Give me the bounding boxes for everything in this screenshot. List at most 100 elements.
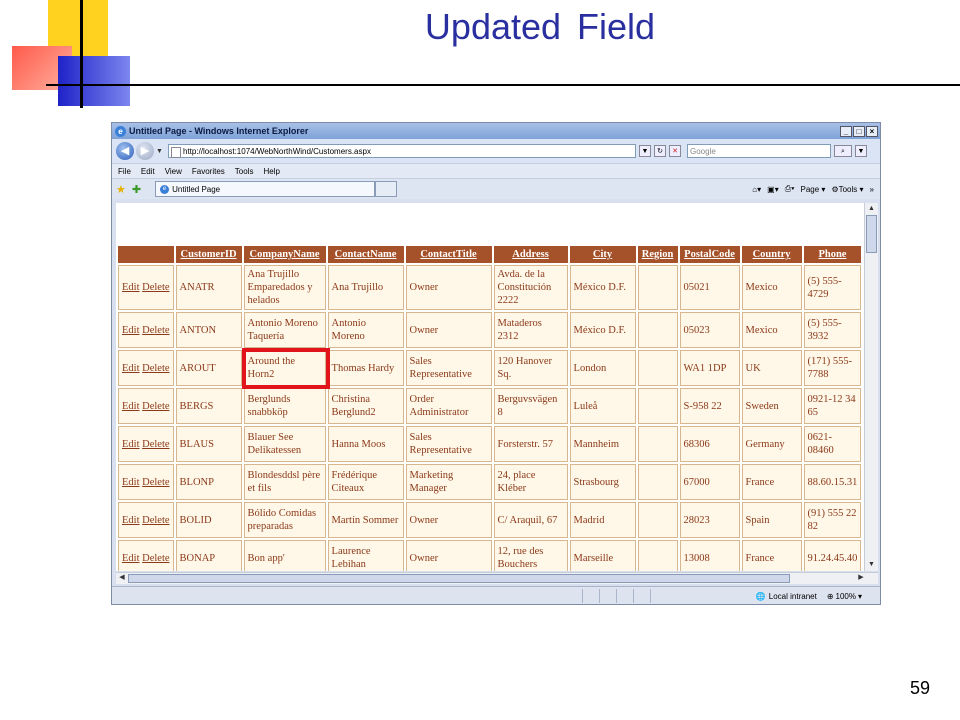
edit-link[interactable]: Edit <box>122 282 140 293</box>
new-tab-button[interactable] <box>375 181 398 197</box>
table-row: Edit Delete ANTON Antonio Moreno Taquería A… <box>118 312 862 348</box>
cell-country: Germany <box>741 426 802 462</box>
refresh-button[interactable]: ↻ <box>654 145 666 157</box>
browser-window: e Untitled Page - Windows Internet Explo… <box>111 122 881 605</box>
cell-company: Blauer See Delikatessen <box>243 426 326 462</box>
cell-id: BERGS <box>175 388 242 424</box>
cell-city: México D.F. <box>569 312 636 348</box>
title-bar: e Untitled Page - Windows Internet Explo… <box>112 123 880 139</box>
row-actions: Edit Delete <box>118 388 174 424</box>
header-contacttitle[interactable]: ContactTitle <box>405 246 492 263</box>
delete-link[interactable]: Delete <box>142 515 169 526</box>
search-options-dropdown[interactable]: ▼ <box>855 145 867 157</box>
tab-title: Untitled Page <box>172 184 221 194</box>
tools-menu[interactable]: ⚙Tools ▾ <box>831 185 863 194</box>
maximize-button[interactable]: □ <box>853 125 865 137</box>
forward-button[interactable]: ▶ <box>136 142 154 160</box>
edit-link[interactable]: Edit <box>122 363 140 374</box>
edit-link[interactable]: Edit <box>122 515 140 526</box>
scroll-right-icon[interactable]: ▶ <box>856 573 866 583</box>
menu-help[interactable]: Help <box>263 167 279 176</box>
search-button[interactable]: ⌕ <box>834 145 852 157</box>
menu-view[interactable]: View <box>165 167 182 176</box>
header-contactname[interactable]: ContactName <box>327 246 404 263</box>
header-companyname[interactable]: CompanyName <box>243 246 326 263</box>
minimize-button[interactable]: _ <box>840 125 852 137</box>
edit-link[interactable]: Edit <box>122 439 140 450</box>
vertical-scrollbar[interactable]: ▲ ▼ <box>864 203 878 571</box>
cell-phone: 91.24.45.40 <box>803 540 862 571</box>
zoom-dropdown-icon[interactable]: ▾ <box>858 592 862 601</box>
cell-title: Marketing Manager <box>405 464 492 500</box>
edit-link[interactable]: Edit <box>122 325 140 336</box>
cell-city: Mannheim <box>569 426 636 462</box>
edit-link[interactable]: Edit <box>122 477 140 488</box>
menu-edit[interactable]: Edit <box>141 167 155 176</box>
feeds-icon[interactable]: ▣▾ <box>767 185 779 194</box>
status-bar: 🌐 Local intranet ⊕ 100% ▾ <box>112 586 880 604</box>
menu-file[interactable]: File <box>118 167 131 176</box>
scroll-left-icon[interactable]: ◀ <box>117 573 127 583</box>
header-postalcode[interactable]: PostalCode <box>679 246 740 263</box>
home-icon[interactable]: ⌂▾ <box>752 185 761 194</box>
vertical-scroll-thumb[interactable] <box>866 215 877 253</box>
cell-region <box>637 388 678 424</box>
edit-link[interactable]: Edit <box>122 401 140 412</box>
edit-link[interactable]: Edit <box>122 553 140 564</box>
zoom-control[interactable]: ⊕ 100% ▾ <box>827 592 880 601</box>
address-input[interactable]: http://localhost:1074/WebNorthWind/Custo… <box>168 144 636 158</box>
add-favorites-icon[interactable]: ✚ <box>132 183 141 196</box>
delete-link[interactable]: Delete <box>142 401 169 412</box>
scroll-up-icon[interactable]: ▲ <box>866 204 877 214</box>
cell-id: ANATR <box>175 265 242 310</box>
header-phone[interactable]: Phone <box>803 246 862 263</box>
header-city[interactable]: City <box>569 246 636 263</box>
cell-city: Luleå <box>569 388 636 424</box>
cell-postal: 05023 <box>679 312 740 348</box>
cell-country: UK <box>741 350 802 386</box>
ie-logo-icon: e <box>115 125 126 137</box>
horizontal-scroll-thumb[interactable] <box>128 574 790 583</box>
cell-address: Avda. de la Constitución 2222 <box>493 265 568 310</box>
cell-city: Marseille <box>569 540 636 571</box>
delete-link[interactable]: Delete <box>142 477 169 488</box>
close-button[interactable]: × <box>866 125 878 137</box>
cell-country: France <box>741 540 802 571</box>
delete-link[interactable]: Delete <box>142 553 169 564</box>
security-zone: 🌐 Local intranet <box>755 591 817 601</box>
address-dropdown-button[interactable]: ▼ <box>639 145 651 157</box>
scroll-down-icon[interactable]: ▼ <box>866 560 877 570</box>
tab-untitled-page[interactable]: e Untitled Page <box>155 181 376 197</box>
cell-title: Owner <box>405 540 492 571</box>
cell-company: Berglunds snabbköp <box>243 388 326 424</box>
menu-favorites[interactable]: Favorites <box>192 167 225 176</box>
back-button[interactable]: ◀ <box>116 142 134 160</box>
cell-id: BLONP <box>175 464 242 500</box>
cell-region <box>637 464 678 500</box>
cell-city: México D.F. <box>569 265 636 310</box>
cell-company: Ana Trujillo Emparedados y helados <box>243 265 326 310</box>
horizontal-scrollbar[interactable]: ◀ ▶ <box>116 572 878 584</box>
search-input[interactable]: Google <box>687 144 831 158</box>
cell-title: Owner <box>405 312 492 348</box>
header-address[interactable]: Address <box>493 246 568 263</box>
history-dropdown-icon[interactable]: ▼ <box>156 148 164 155</box>
table-row: Edit Delete BERGS Berglunds snabbköp Christ… <box>118 388 862 424</box>
delete-link[interactable]: Delete <box>142 363 169 374</box>
delete-link[interactable]: Delete <box>142 439 169 450</box>
favorites-star-icon[interactable]: ★ <box>116 183 126 196</box>
page-menu[interactable]: Page ▾ <box>801 185 826 194</box>
cell-title: Order Administrator <box>405 388 492 424</box>
cell-contact: Antonio Moreno <box>327 312 404 348</box>
cell-id: AROUT <box>175 350 242 386</box>
delete-link[interactable]: Delete <box>142 282 169 293</box>
stop-button[interactable]: ✕ <box>669 145 681 157</box>
header-country[interactable]: Country <box>741 246 802 263</box>
menu-tools[interactable]: Tools <box>235 167 254 176</box>
header-region[interactable]: Region <box>637 246 678 263</box>
customers-grid: CustomerID CompanyName ContactName ContactT… <box>116 244 864 571</box>
header-customerid[interactable]: CustomerID <box>175 246 242 263</box>
delete-link[interactable]: Delete <box>142 325 169 336</box>
print-icon[interactable]: ⎙▾ <box>785 184 795 194</box>
more-tools-icon[interactable]: » <box>870 185 874 194</box>
